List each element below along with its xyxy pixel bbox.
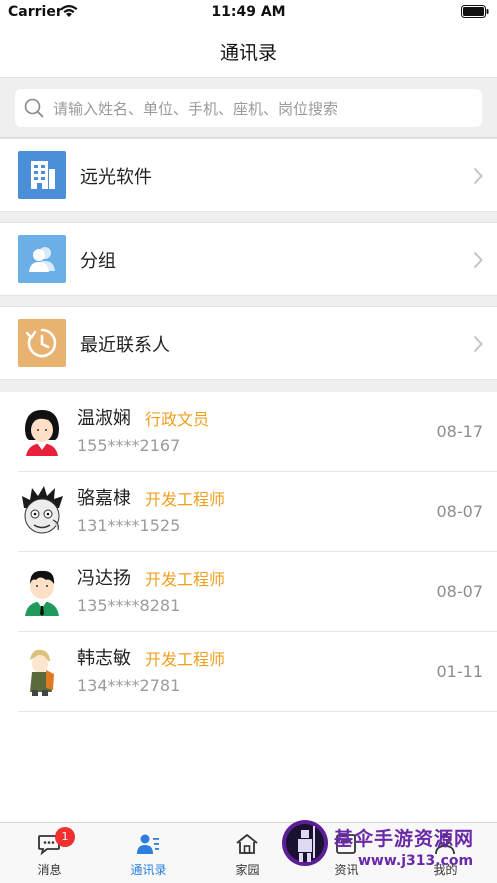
watermark: 基伞手游资源网 www.j313.com [278,816,497,883]
clock-icon [18,319,66,367]
contact-row[interactable]: 韩志敏 开发工程师 134****2781 01-11 [0,632,497,712]
contact-phone: 131****1525 [77,516,181,535]
contacts-icon [137,834,159,854]
unread-badge: 1 [55,827,75,847]
tab-contacts[interactable]: 通讯录 [99,823,198,883]
contact-phone: 135****8281 [77,596,181,615]
avatar [30,649,54,696]
row-divider [18,711,497,712]
search-section: 请输入姓名、单位、手机、座机、岗位搜索 [0,78,497,138]
status-bar: Carrier 11:49 AM [0,0,497,26]
contact-title: 行政文员 [145,410,210,429]
contact-name: 韩志敏 [77,648,131,669]
group-icon [18,235,66,283]
avatar [22,486,63,534]
menu-item-groups[interactable]: 分组 [0,222,497,296]
section-divider [0,212,497,222]
contact-phone: 155****2167 [77,436,181,455]
home-icon [236,834,258,854]
chevron-right-icon [473,167,483,185]
contact-name: 冯达扬 [77,568,131,589]
section-divider [0,296,497,306]
menu-label-company: 远光软件 [80,167,152,188]
contact-date: 08-07 [436,582,484,601]
contact-date: 01-11 [436,662,484,681]
menu-label-recent: 最近联系人 [80,335,170,356]
contact-row[interactable]: 温淑娴 行政文员 155****2167 08-17 [0,392,497,472]
status-time: 11:49 AM [211,4,286,20]
contact-title: 开发工程师 [145,570,226,589]
page-title: 通讯录 [219,42,277,64]
search-icon [24,98,44,118]
tab-label: 消息 [37,863,62,877]
watermark-logo-icon [282,820,328,866]
watermark-title: 基伞手游资源网 [334,828,475,850]
menu-item-recent-contacts[interactable]: 最近联系人 [0,306,497,380]
nav-bar: 通讯录 [0,26,497,78]
chevron-right-icon [473,335,483,353]
contact-name: 骆嘉棣 [77,488,131,509]
contact-row[interactable]: 骆嘉棣 开发工程师 131****1525 08-07 [0,472,497,552]
contact-title: 开发工程师 [145,490,226,509]
search-placeholder: 请输入姓名、单位、手机、座机、岗位搜索 [53,100,339,118]
contact-title: 开发工程师 [145,650,226,669]
building-icon [18,151,66,199]
contact-row[interactable]: 冯达扬 开发工程师 135****8281 08-07 [0,552,497,632]
watermark-url: www.j313.com [358,853,474,869]
tab-label: 通讯录 [130,863,167,877]
contact-date: 08-17 [436,422,484,441]
search-input[interactable]: 请输入姓名、单位、手机、座机、岗位搜索 [15,89,482,127]
avatar [25,570,59,616]
tab-messages[interactable]: 1 消息 [0,823,99,883]
contact-date: 08-07 [436,502,484,521]
chevron-right-icon [473,251,483,269]
battery-icon [461,5,489,18]
menu-label-groups: 分组 [80,251,116,272]
contact-name: 温淑娴 [77,408,131,429]
section-divider [0,380,497,392]
menu-item-company[interactable]: 远光软件 [0,138,497,212]
contact-phone: 134****2781 [77,676,181,695]
avatar [25,410,59,456]
